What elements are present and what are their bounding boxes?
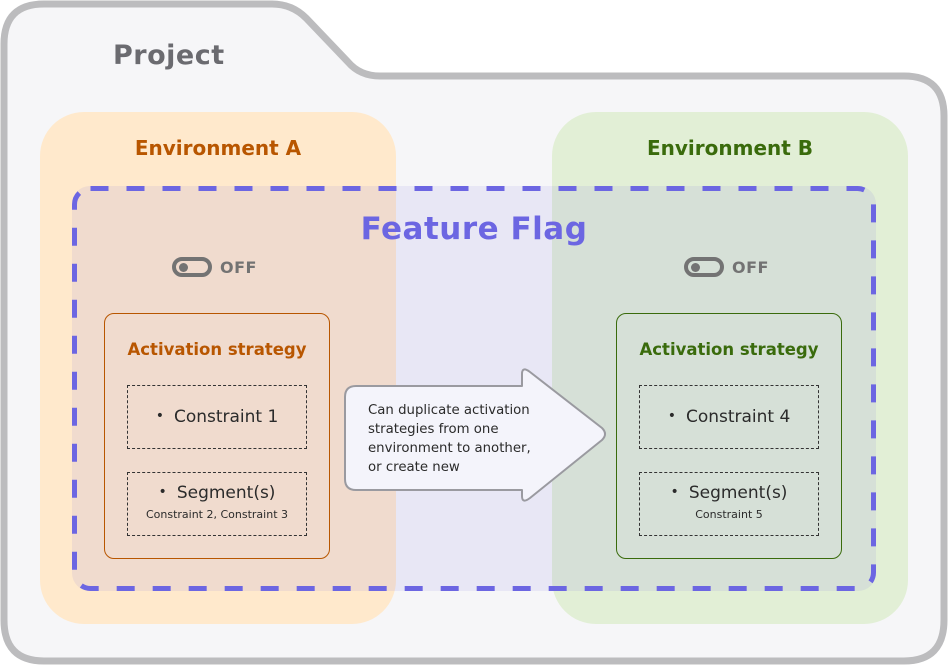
constraint-box: • Constraint 4	[639, 385, 819, 449]
segment-details: Constraint 2, Constraint 3	[145, 508, 289, 521]
environment-b-toggle[interactable]: OFF	[684, 257, 769, 277]
bullet-icon: •	[667, 408, 676, 424]
toggle-switch-icon	[684, 257, 724, 277]
segment-label: Segment(s)	[176, 483, 276, 503]
activation-strategy-a: Activation strategy • Constraint 1 • Segme…	[104, 313, 330, 559]
activation-strategy-b: Activation strategy • Constraint 4 • Segme…	[616, 313, 842, 559]
arrow-description: Can duplicate activation strategies from…	[368, 401, 578, 477]
toggle-switch-icon	[172, 257, 212, 277]
environment-b-title: Environment B	[646, 136, 814, 160]
bullet-icon: •	[155, 408, 164, 424]
segment-box: • Segment(s) Constraint 5	[639, 472, 819, 536]
toggle-state-label: OFF	[220, 257, 257, 277]
environment-a-toggle[interactable]: OFF	[172, 257, 257, 277]
strategy-title: Activation strategy	[127, 340, 307, 359]
arrow-text-line: Can duplicate activation	[368, 403, 530, 418]
constraint-label: Constraint 1	[173, 407, 279, 427]
segment-box: • Segment(s) Constraint 2, Constraint 3	[127, 472, 307, 536]
strategy-title: Activation strategy	[639, 340, 819, 359]
segment-label: Segment(s)	[688, 483, 788, 503]
constraint-box: • Constraint 1	[127, 385, 307, 449]
constraint-label: Constraint 4	[685, 407, 791, 427]
feature-flag-title: Feature Flag	[360, 211, 588, 247]
project-title: Project	[113, 40, 225, 71]
bullet-icon: •	[670, 484, 679, 500]
arrow-text-line: strategies from one	[368, 422, 499, 437]
toggle-state-label: OFF	[732, 257, 769, 277]
segment-details: Constraint 5	[695, 508, 763, 521]
arrow-text-line: or create new	[368, 460, 460, 475]
arrow-text-line: environment to another,	[368, 441, 531, 456]
environment-a-title: Environment A	[134, 136, 302, 160]
bullet-icon: •	[158, 484, 167, 500]
